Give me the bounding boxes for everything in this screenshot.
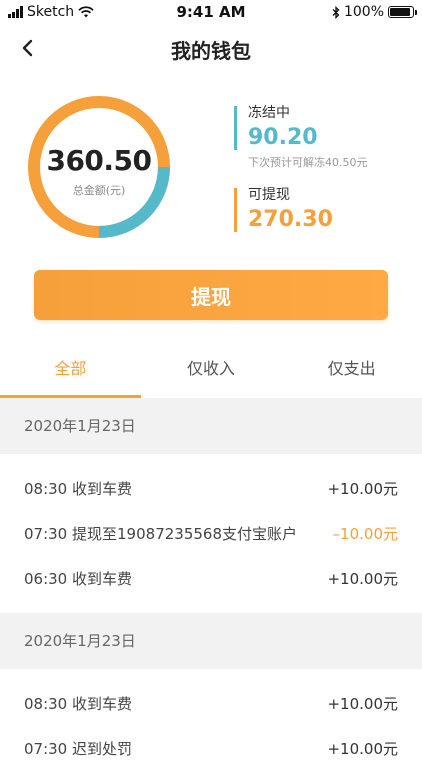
transaction-title: 收到车费 <box>72 480 133 498</box>
transaction-row[interactable]: 06:30 收到车费 +10.00元 <box>0 556 422 601</box>
tab-all[interactable]: 全部 <box>0 344 141 398</box>
date-header: 2020年1月23日 <box>0 398 422 454</box>
donut-center: 360.50 总金额(元) <box>26 94 172 240</box>
frozen-bar <box>234 106 237 150</box>
tab-expense-only[interactable]: 仅支出 <box>281 344 422 398</box>
battery-percent: 100% <box>343 4 384 20</box>
transaction-desc: 07:30 迟到处罚 <box>24 738 132 759</box>
frozen-hint: 下次预计可解冻40.50元 <box>248 156 368 169</box>
date-header: 2020年1月23日 <box>0 613 422 669</box>
total-amount: 360.50 <box>46 144 152 177</box>
frozen-label: 冻结中 <box>248 105 290 121</box>
filter-tabs: 全部 仅收入 仅支出 <box>0 344 422 398</box>
transaction-row[interactable]: 08:30 收到车费 +10.00元 <box>0 466 422 511</box>
battery-icon <box>388 6 417 18</box>
transaction-desc: 08:30 收到车费 <box>24 693 132 714</box>
available-amount: 270.30 <box>248 207 333 232</box>
status-right: 100% <box>332 4 417 20</box>
transaction-amount: +10.00元 <box>327 570 398 588</box>
transaction-title: 迟到处罚 <box>72 740 133 758</box>
withdraw-button[interactable]: 提现 <box>34 270 388 320</box>
transaction-row[interactable]: 07:30 迟到处罚 +10.00元 <box>0 726 422 771</box>
transaction-time: 06:30 <box>24 570 68 588</box>
transaction-desc: 07:30 提现至19087235568支付宝账户 <box>24 523 297 544</box>
status-bar: Sketch 9:41 AM 100% <box>0 0 422 24</box>
page-title: 我的钱包 <box>171 39 251 63</box>
transaction-desc: 08:30 收到车费 <box>24 478 132 499</box>
transaction-group: 08:30 收到车费 +10.00元 07:30 提现至19087235568支… <box>0 466 422 613</box>
available-stat: 可提现 270.30 <box>234 186 333 234</box>
transaction-amount: +10.00元 <box>327 480 398 498</box>
tab-income-only[interactable]: 仅收入 <box>141 344 282 398</box>
transaction-row[interactable]: 08:30 收到车费 +10.00元 <box>0 681 422 726</box>
available-bar <box>234 188 237 232</box>
bluetooth-icon <box>332 5 340 19</box>
transaction-amount: +10.00元 <box>327 695 398 713</box>
transaction-title: 提现至19087235568支付宝账户 <box>72 525 297 543</box>
total-label: 总金额(元) <box>72 184 126 197</box>
transaction-time: 08:30 <box>24 695 68 713</box>
transaction-group: 08:30 收到车费 +10.00元 07:30 迟到处罚 +10.00元 <box>0 681 422 771</box>
transaction-row[interactable]: 07:30 提现至19087235568支付宝账户 –10.00元 <box>0 511 422 556</box>
transaction-title: 收到车费 <box>72 570 133 588</box>
transaction-time: 08:30 <box>24 480 68 498</box>
transaction-time: 07:30 <box>24 525 68 543</box>
transaction-amount: +10.00元 <box>327 740 398 758</box>
frozen-amount: 90.20 <box>248 125 318 150</box>
frozen-stat: 冻结中 90.20 下次预计可解冻40.50元 <box>234 104 368 170</box>
transaction-time: 07:30 <box>24 740 68 758</box>
available-label: 可提现 <box>248 187 290 203</box>
transaction-title: 收到车费 <box>72 695 133 713</box>
wallet-summary: 360.50 总金额(元) 冻结中 90.20 下次预计可解冻40.50元 可提… <box>0 94 422 254</box>
transaction-desc: 06:30 收到车费 <box>24 568 132 589</box>
transaction-amount: –10.00元 <box>332 525 398 543</box>
transaction-list: 2020年1月23日 08:30 收到车费 +10.00元 07:30 提现至1… <box>0 398 422 771</box>
nav-bar: 我的钱包 <box>0 24 422 72</box>
